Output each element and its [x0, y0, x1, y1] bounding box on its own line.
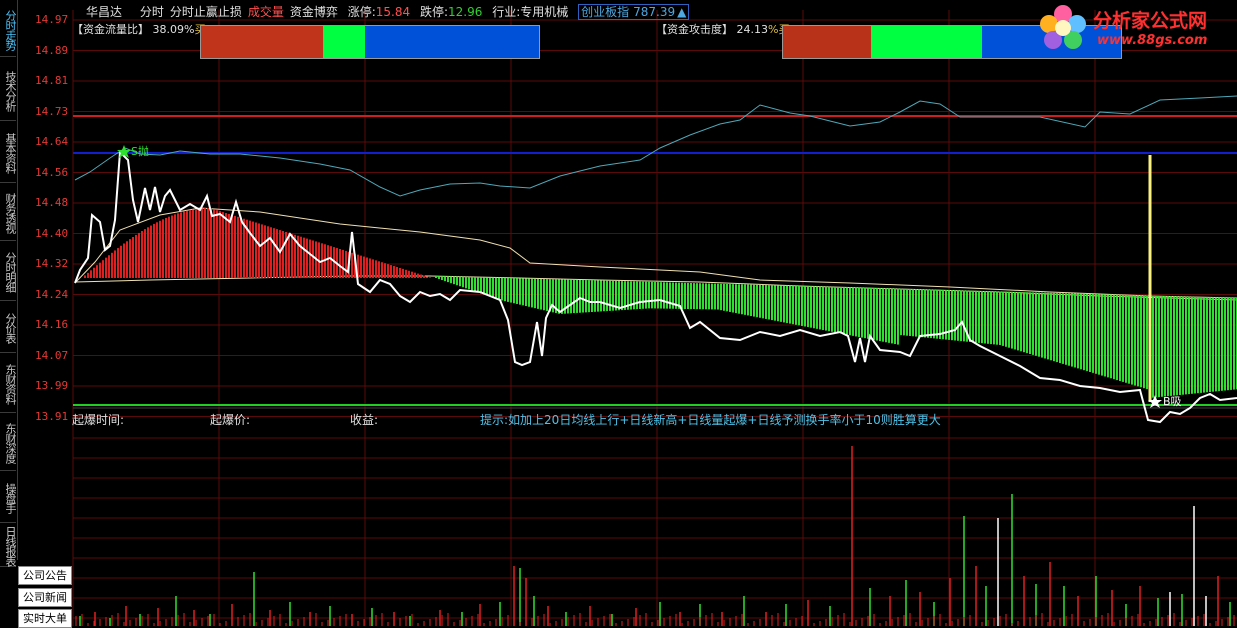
bottom-button-1[interactable]: 公司新闻 [18, 588, 72, 607]
tab-2[interactable]: 基本资料 [0, 124, 17, 183]
burst-price-label: 起爆价: [210, 413, 251, 427]
price-tick: 14.48 [35, 196, 69, 209]
indicator-item-1[interactable]: 分时止赢止损 [170, 5, 242, 19]
fund_flow-segment-1 [322, 26, 365, 58]
limit-down-label: 跌停: [419, 5, 449, 19]
index-box[interactable]: 创业板指 787.39 ▲ [578, 4, 690, 20]
price-tick: 13.91 [35, 409, 69, 423]
tab-7[interactable]: 东财深度 [0, 416, 17, 471]
indicator-item-0[interactable]: 分时 [140, 5, 164, 19]
up-arrow-icon: ▲ [677, 5, 687, 19]
sell-marker-label: S抛 [131, 144, 149, 158]
limit-down-value: 12.96 [448, 5, 483, 19]
profit-label: 收益: [350, 413, 379, 427]
price-tick: 14.16 [35, 318, 69, 331]
fund_attack-segment-1 [870, 26, 983, 58]
price-tick: 14.56 [35, 165, 69, 179]
limit-up-label: 涨停: [347, 5, 376, 19]
price-tick: 14.89 [35, 43, 69, 57]
price-tick: 14.73 [35, 104, 69, 118]
tip: 提示:如加上20日均线上行+日线新高+日线量起爆+日线予测换手率小于10则胜算更… [480, 411, 941, 428]
price-tick: 14.07 [35, 348, 69, 362]
fund-flow-value: 38.09% [152, 23, 195, 36]
fund-flow-bar [200, 25, 540, 59]
logo-url: www.88gs.com [1097, 33, 1208, 48]
burst-time-label: 起爆时间: [72, 413, 125, 427]
chart-header: 华昌达 分时 分时止赢止损 成交量 资金博弈 涨停:15.84 跌停:12.96 行业… [86, 3, 695, 20]
bottom-button-2[interactable]: 实时大单 [18, 609, 72, 628]
tab-5[interactable]: 分价表 [0, 304, 17, 353]
site-logo: 分析家公式网 www.88gs.com [1035, 2, 1235, 54]
logo-title: 分析家公式网 [1093, 10, 1208, 32]
app-window: S抛 B吸 分时走势技术分析基本资料财务透视分时明细分价表东财资料东财深度操盘手日… [0, 0, 1237, 628]
fund_attack-segment-0 [783, 26, 871, 58]
price-tick: 13.99 [35, 379, 69, 392]
tab-4[interactable]: 分时明细 [0, 244, 17, 301]
index-value: 787.39 [633, 5, 676, 19]
tab-9[interactable]: 日线报表 [0, 526, 17, 567]
tab-3[interactable]: 财务透视 [0, 186, 17, 241]
price-tick: 14.40 [35, 226, 69, 240]
fund-attack-label: 【资金攻击度】 24.13%买 [656, 21, 789, 37]
limit-up-value: 15.84 [375, 5, 411, 19]
tab-0[interactable]: 分时走势 [0, 4, 17, 57]
tab-6[interactable]: 东财资料 [0, 356, 17, 413]
indicator-item-2[interactable]: 成交量 [248, 5, 284, 19]
tip-text: 提示:如加上20日均线上行+日线新高+日线量起爆+日线予测换手率小于10则胜算更… [480, 413, 941, 427]
bottom-button-0[interactable]: 公司公告 [18, 566, 72, 585]
stock-name: 华昌达 [86, 5, 123, 19]
intraday-chart: S抛 B吸 [72, 10, 1237, 626]
fund-attack-title: 【资金攻击度】 [656, 23, 733, 36]
profit: 收益: [350, 411, 378, 428]
sidebar: 分时走势技术分析基本资料财务透视分时明细分价表东财资料东财深度操盘手日线报表 [0, 0, 18, 567]
price-tick: 14.24 [35, 287, 69, 301]
indicator-list: 分时 分时止赢止损 成交量 资金博弈 [140, 5, 344, 19]
indicator-item-3[interactable]: 资金博弈 [290, 5, 338, 19]
tab-8[interactable]: 操盘手 [0, 474, 17, 523]
price-tick: 14.64 [35, 135, 69, 148]
fund_flow-segment-0 [201, 26, 323, 58]
industry-value: 专用机械 [520, 5, 569, 19]
fund_flow-segment-2 [364, 26, 539, 58]
burst-price: 起爆价: [210, 411, 250, 428]
index-name: 创业板指 [581, 5, 630, 19]
price-tick: 14.97 [35, 13, 69, 26]
fund-attack-value: 24.13 [736, 23, 769, 36]
tab-1[interactable]: 技术分析 [0, 62, 17, 121]
buy-marker-label: B吸 [1163, 395, 1182, 408]
industry-label: 行业: [492, 5, 521, 19]
flower-logo-icon [1040, 5, 1086, 49]
fund-flow-title: 【资金流量比】 [72, 23, 149, 36]
price-tick: 14.81 [35, 74, 69, 87]
sub-chart-header: 起爆时间: [72, 411, 124, 428]
fund-flow-label: 【资金流量比】 38.09%买 [72, 21, 205, 37]
price-tick: 14.32 [35, 257, 69, 270]
